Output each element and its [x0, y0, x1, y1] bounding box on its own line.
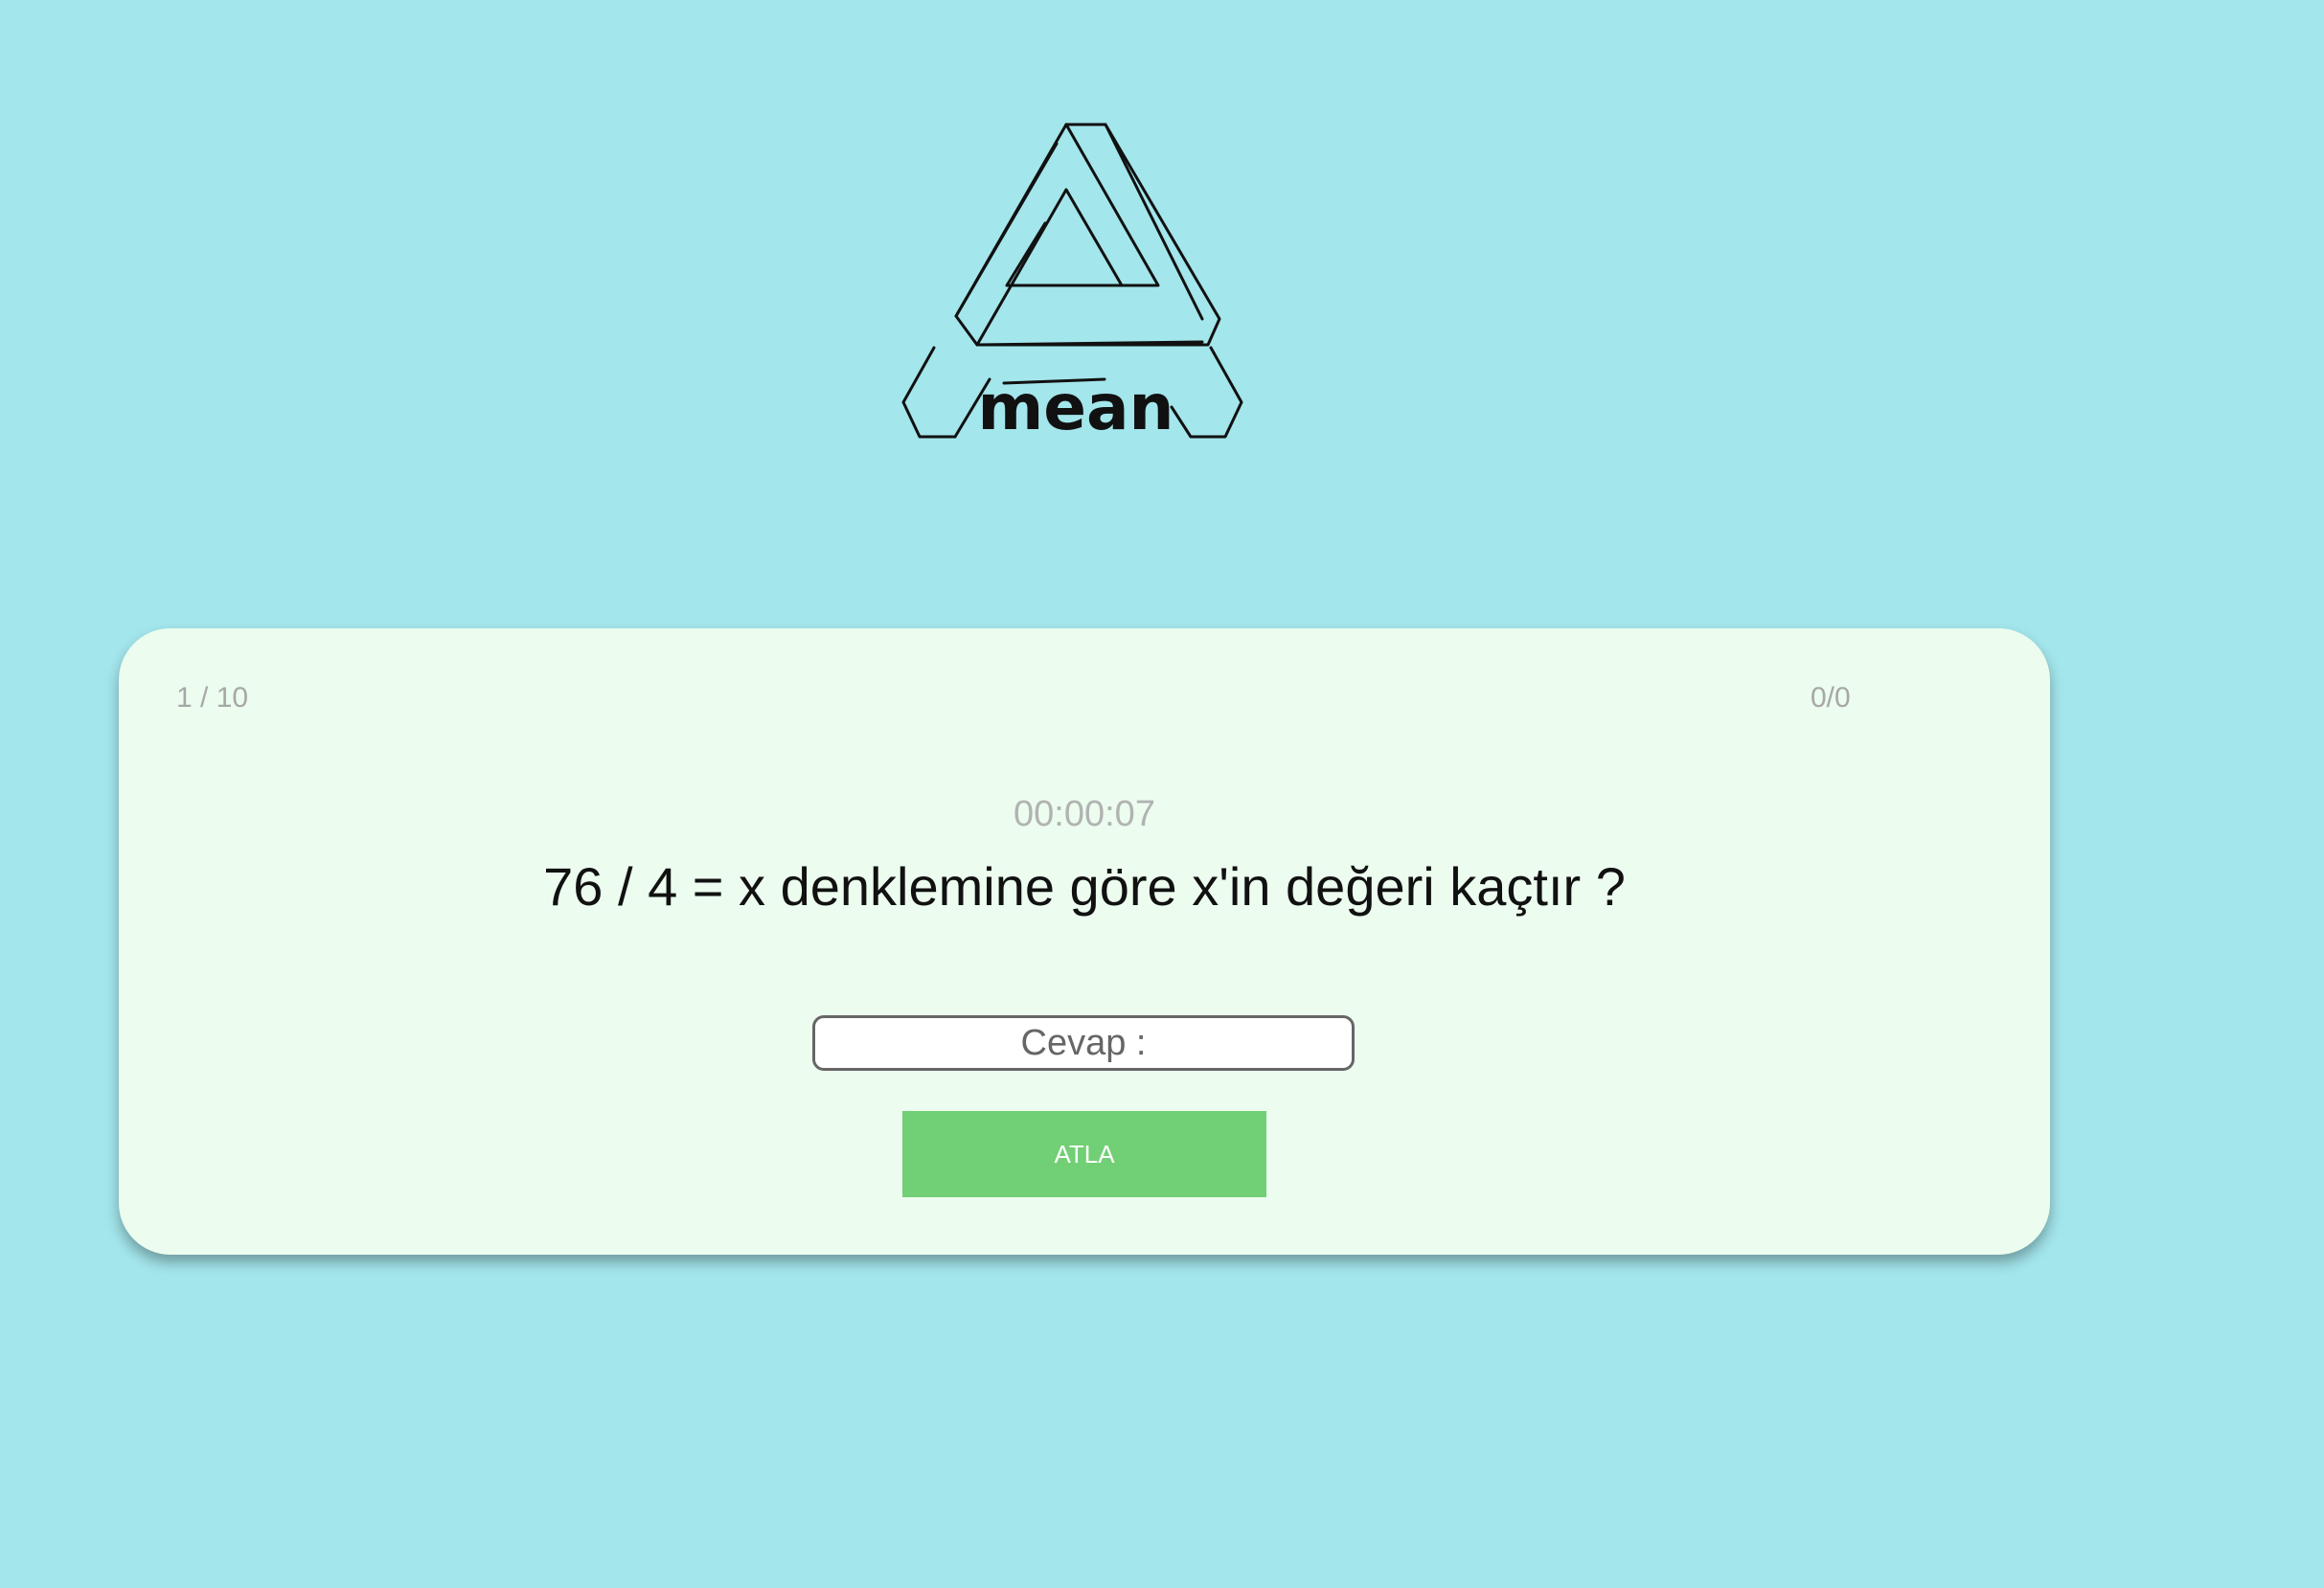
impossible-triangle-icon: mean — [901, 123, 1243, 444]
logo-text: mean — [977, 371, 1173, 444]
mean-logo: mean — [894, 115, 1273, 444]
timer: 00:00:07 — [1014, 794, 1155, 834]
answer-input[interactable] — [812, 1015, 1355, 1071]
quiz-card: 1 / 10 0/0 00:00:07 76 / 4 = x denklemin… — [119, 628, 2050, 1255]
question-counter: 1 / 10 — [176, 682, 249, 714]
skip-button[interactable]: ATLA — [902, 1111, 1266, 1197]
score-indicator: 0/0 — [1811, 682, 1851, 714]
question-text: 76 / 4 = x denklemine göre x'in değeri k… — [543, 856, 1626, 917]
